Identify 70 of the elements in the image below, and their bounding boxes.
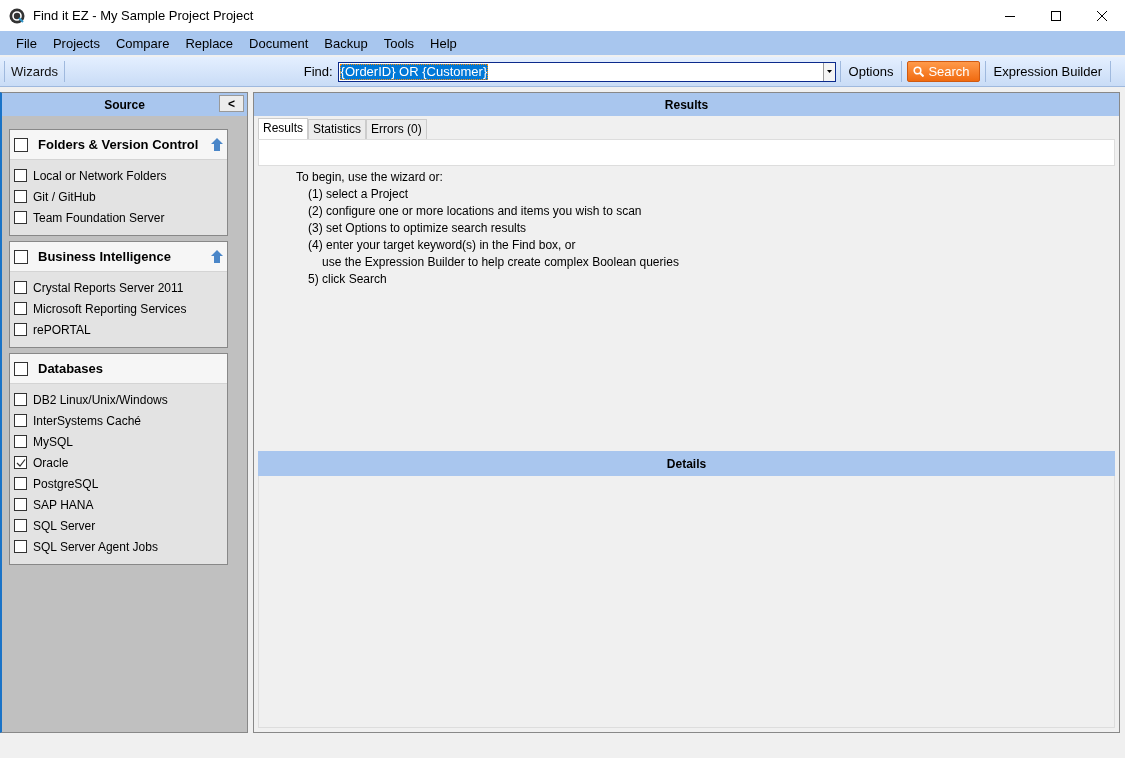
instruction-text: (2) configure one or more locations and items you wish to scan	[307, 203, 643, 220]
menu-item[interactable]: File	[8, 35, 45, 51]
panel-title: Source	[104, 97, 145, 112]
menu-item[interactable]: Help	[422, 35, 465, 51]
instruction-text: 5) click Search	[307, 271, 388, 288]
collapse-arrow-icon[interactable]	[211, 250, 223, 263]
checkbox[interactable]	[14, 169, 27, 182]
source-option-label: DB2 Linux/Unix/Windows	[33, 392, 168, 407]
checkbox[interactable]	[14, 361, 28, 376]
search-icon	[913, 66, 925, 77]
source-option-label: Team Foundation Server	[33, 210, 165, 225]
source-option-label: MySQL	[33, 434, 73, 449]
checkbox[interactable]	[14, 519, 27, 532]
checkbox[interactable]	[14, 137, 28, 152]
tab[interactable]: Errors (0)	[366, 119, 427, 139]
wizards-button[interactable]: Wizards	[4, 61, 65, 82]
source-option-label: SQL Server Agent Jobs	[33, 539, 158, 554]
menu-item[interactable]: Replace	[177, 35, 242, 51]
source-option-label: PostgreSQL	[33, 476, 99, 491]
checkbox[interactable]	[14, 456, 27, 469]
checkbox[interactable]	[14, 323, 27, 336]
find-field[interactable]: {OrderID} OR {Customer}	[337, 61, 836, 82]
checkbox[interactable]	[14, 414, 27, 427]
instruction-text: (3) set Options to optimize search results	[307, 220, 528, 237]
checkbox[interactable]	[14, 249, 28, 264]
source-option-label: Oracle	[33, 455, 69, 470]
source-option-label: SQL Server	[33, 518, 96, 533]
source-option-label: Crystal Reports Server 2011	[33, 280, 184, 295]
checkbox[interactable]	[14, 302, 27, 315]
app-logo-icon	[9, 7, 25, 24]
close-icon	[1097, 10, 1107, 21]
window-title: Find it EZ - My Sample Project Project	[33, 8, 254, 23]
menu-item[interactable]: Document	[241, 35, 317, 51]
tab[interactable]: Statistics	[308, 119, 367, 139]
source-option-label: SAP HANA	[33, 497, 94, 512]
instruction-text: To begin, use the wizard or:	[296, 169, 444, 186]
panel-title: Results	[664, 97, 709, 112]
find-label: Find:	[303, 64, 333, 79]
source-option-label: Git / GitHub	[33, 189, 96, 204]
collapse-button[interactable]: <	[219, 95, 244, 112]
panel-title: Details	[666, 456, 707, 471]
source-option-label: rePORTAL	[33, 322, 91, 337]
options-button[interactable]: Options	[839, 61, 903, 82]
source-option-label: Microsoft Reporting Services	[33, 301, 187, 316]
checkmark-icon	[15, 457, 26, 468]
checkbox[interactable]	[14, 190, 27, 203]
source-option-label: InterSystems Caché	[33, 413, 142, 428]
checkbox[interactable]	[14, 540, 27, 553]
checkbox[interactable]	[14, 211, 27, 224]
menu-item[interactable]: Backup	[316, 35, 376, 51]
tab[interactable]: Results	[258, 118, 308, 139]
expression-builder-button[interactable]: Expression Builder	[984, 61, 1111, 82]
checkbox[interactable]	[14, 477, 27, 490]
checkbox[interactable]	[14, 281, 27, 294]
group-title: Databases	[38, 361, 105, 376]
checkbox[interactable]	[14, 498, 27, 511]
menu-item[interactable]: Projects	[44, 35, 108, 51]
instruction-text: (4) enter your target keyword(s) in the Find box, or	[307, 237, 577, 254]
collapse-arrow-icon[interactable]	[211, 138, 223, 151]
instruction-text: (1) select a Project	[307, 186, 410, 203]
dropdown-caret-icon[interactable]	[826, 70, 832, 73]
instruction-text: use the Expression Builder to help create complex Boolean queries	[321, 254, 680, 271]
group-title: Folders & Version Control	[38, 137, 200, 152]
group-title: Business Intelligence	[38, 249, 172, 264]
checkbox[interactable]	[14, 393, 27, 406]
source-option-label: Local or Network Folders	[33, 168, 167, 183]
menu-item[interactable]: Compare	[107, 35, 178, 51]
checkbox[interactable]	[14, 435, 27, 448]
maximize-icon	[1051, 10, 1061, 21]
menu-item[interactable]: Tools	[375, 35, 423, 51]
